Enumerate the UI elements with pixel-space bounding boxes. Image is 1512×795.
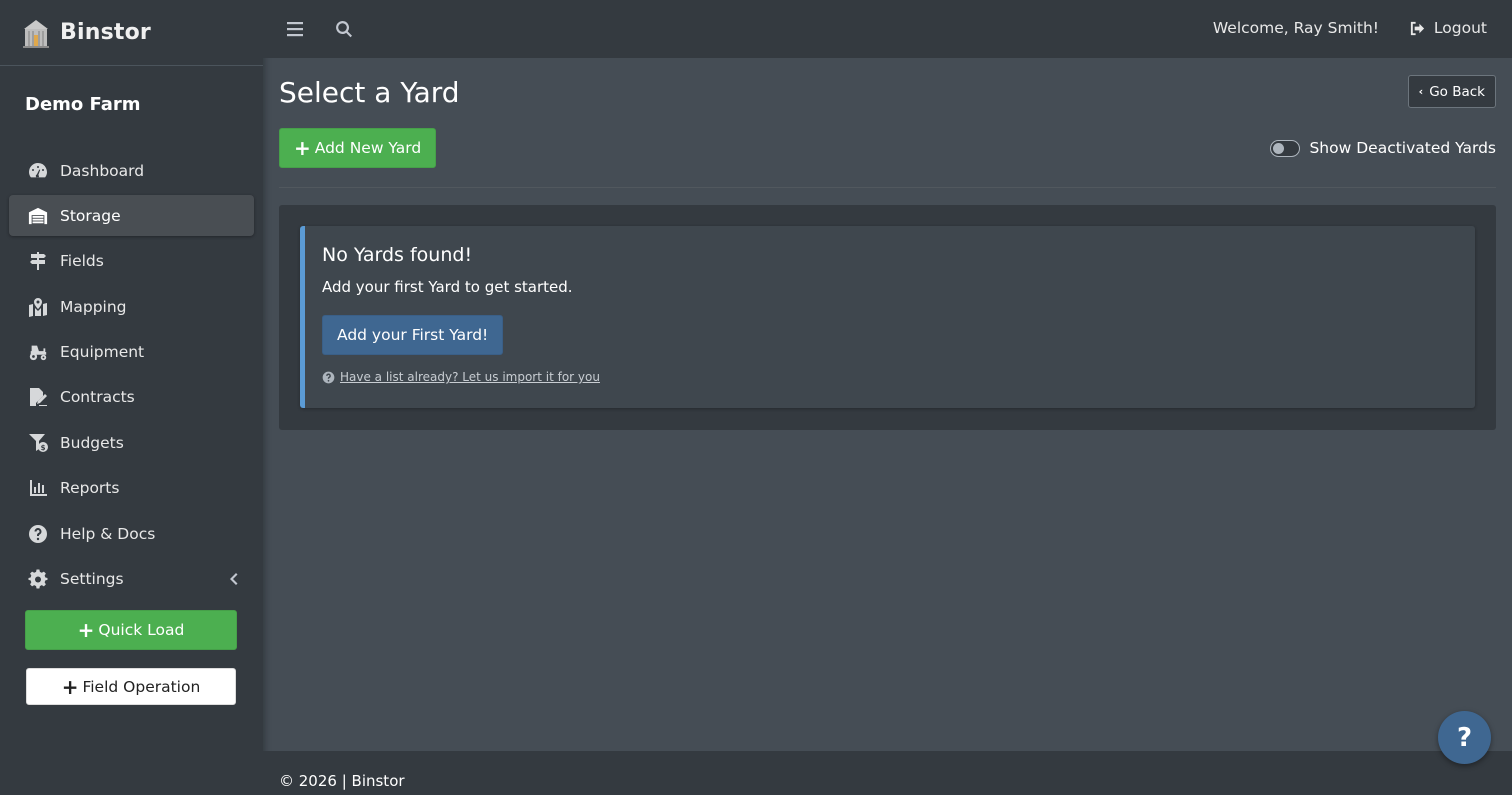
sidebar-item-label: Mapping	[60, 297, 127, 316]
signpost-icon	[27, 251, 49, 271]
plus-icon: +	[294, 136, 311, 160]
main-content: Select a Yard ‹ Go Back + Add New Yard S…	[263, 58, 1512, 751]
brand-name: Binstor	[60, 20, 151, 45]
quick-load-label: Quick Load	[98, 621, 185, 639]
warehouse-icon	[27, 206, 49, 226]
footer: © 2026 | Binstor	[263, 751, 1512, 795]
plus-icon: +	[61, 674, 79, 699]
welcome-message: Welcome, Ray Smith!	[1212, 19, 1379, 37]
field-operation-label: Field Operation	[82, 677, 201, 696]
sidebar-item-label: Reports	[60, 479, 120, 498]
brand[interactable]: Binstor	[0, 0, 263, 66]
tractor-icon	[27, 342, 49, 362]
go-back-label: Go Back	[1429, 83, 1485, 100]
sidebar-item-label: Dashboard	[60, 161, 145, 180]
show-deactivated-label[interactable]: Show Deactivated Yards	[1309, 139, 1496, 157]
import-list-link[interactable]: Have a list already? Let us import it fo…	[340, 370, 600, 384]
sign-out-icon	[1410, 21, 1425, 35]
quick-load-button[interactable]: + Quick Load	[25, 610, 237, 650]
go-back-button[interactable]: ‹ Go Back	[1407, 75, 1496, 108]
sidebar-item-label: Help & Docs	[60, 524, 156, 543]
sidebar-item-equipment[interactable]: Equipment	[9, 332, 254, 373]
field-operation-button[interactable]: + Field Operation	[26, 668, 236, 705]
page-title: Select a Yard	[279, 76, 460, 109]
divider	[279, 187, 1496, 188]
chevron-left-icon	[228, 572, 238, 586]
sidebar-item-mapping[interactable]: Mapping	[9, 286, 254, 327]
help-fab-button[interactable]: ?	[1438, 711, 1491, 764]
map-marked-icon	[27, 297, 49, 317]
sidebar-item-storage[interactable]: Storage	[9, 195, 254, 237]
bar-chart-icon	[27, 478, 49, 498]
sidebar-item-label: Settings	[60, 570, 124, 589]
sidebar-nav: Dashboard Storage Fields Mapping Equipme…	[0, 150, 263, 600]
search-icon[interactable]	[334, 19, 354, 39]
top-navbar: Welcome, Ray Smith! Logout	[263, 0, 1512, 58]
show-deactivated-toggle-group: Show Deactivated Yards	[1270, 139, 1496, 157]
sidebar-item-reports[interactable]: Reports	[9, 468, 254, 509]
sidebar-item-label: Equipment	[60, 343, 145, 362]
empty-state-callout: No Yards found! Add your first Yard to g…	[300, 226, 1475, 408]
funnel-dollar-icon: $	[27, 433, 49, 453]
show-deactivated-toggle[interactable]	[1270, 139, 1301, 157]
sidebar-item-fields[interactable]: Fields	[9, 241, 254, 282]
logout-label: Logout	[1433, 19, 1487, 37]
add-first-yard-button[interactable]: Add your First Yard!	[322, 315, 504, 355]
sidebar-item-label: Storage	[60, 206, 121, 225]
sidebar-item-contracts[interactable]: Contracts	[9, 377, 254, 418]
binstor-logo-icon	[20, 17, 52, 49]
chevron-left-icon: ‹	[1418, 85, 1424, 98]
sidebar-item-help-docs[interactable]: Help & Docs	[9, 513, 254, 554]
svg-text:$: $	[41, 444, 46, 452]
sidebar-item-budgets[interactable]: $ Budgets	[9, 422, 254, 463]
gear-icon	[27, 569, 49, 589]
sidebar-item-dashboard[interactable]: Dashboard	[9, 150, 254, 191]
question-circle-icon	[322, 371, 335, 384]
question-circle-icon	[27, 524, 49, 544]
dashboard-gauge-icon	[27, 161, 49, 181]
sidebar: Binstor Demo Farm Dashboard Storage Fiel…	[0, 0, 263, 795]
logout-button[interactable]: Logout	[1409, 19, 1487, 37]
file-signature-icon	[27, 387, 49, 407]
sidebar-item-label: Budgets	[60, 433, 124, 452]
sidebar-item-label: Fields	[60, 252, 104, 271]
add-new-yard-label: Add New Yard	[314, 139, 422, 157]
sidebar-item-label: Contracts	[60, 388, 135, 407]
hamburger-menu-icon[interactable]	[285, 19, 305, 39]
empty-state-title: No Yards found!	[322, 244, 473, 266]
farm-name: Demo Farm	[25, 94, 141, 115]
toggle-knob	[1273, 142, 1285, 154]
import-help: Have a list already? Let us import it fo…	[322, 370, 1475, 384]
sidebar-item-settings[interactable]: Settings	[9, 559, 254, 600]
plus-icon: +	[77, 618, 95, 642]
yards-card: No Yards found! Add your first Yard to g…	[279, 205, 1496, 430]
empty-state-text: Add your first Yard to get started.	[322, 278, 573, 296]
add-new-yard-button[interactable]: + Add New Yard	[279, 128, 437, 168]
